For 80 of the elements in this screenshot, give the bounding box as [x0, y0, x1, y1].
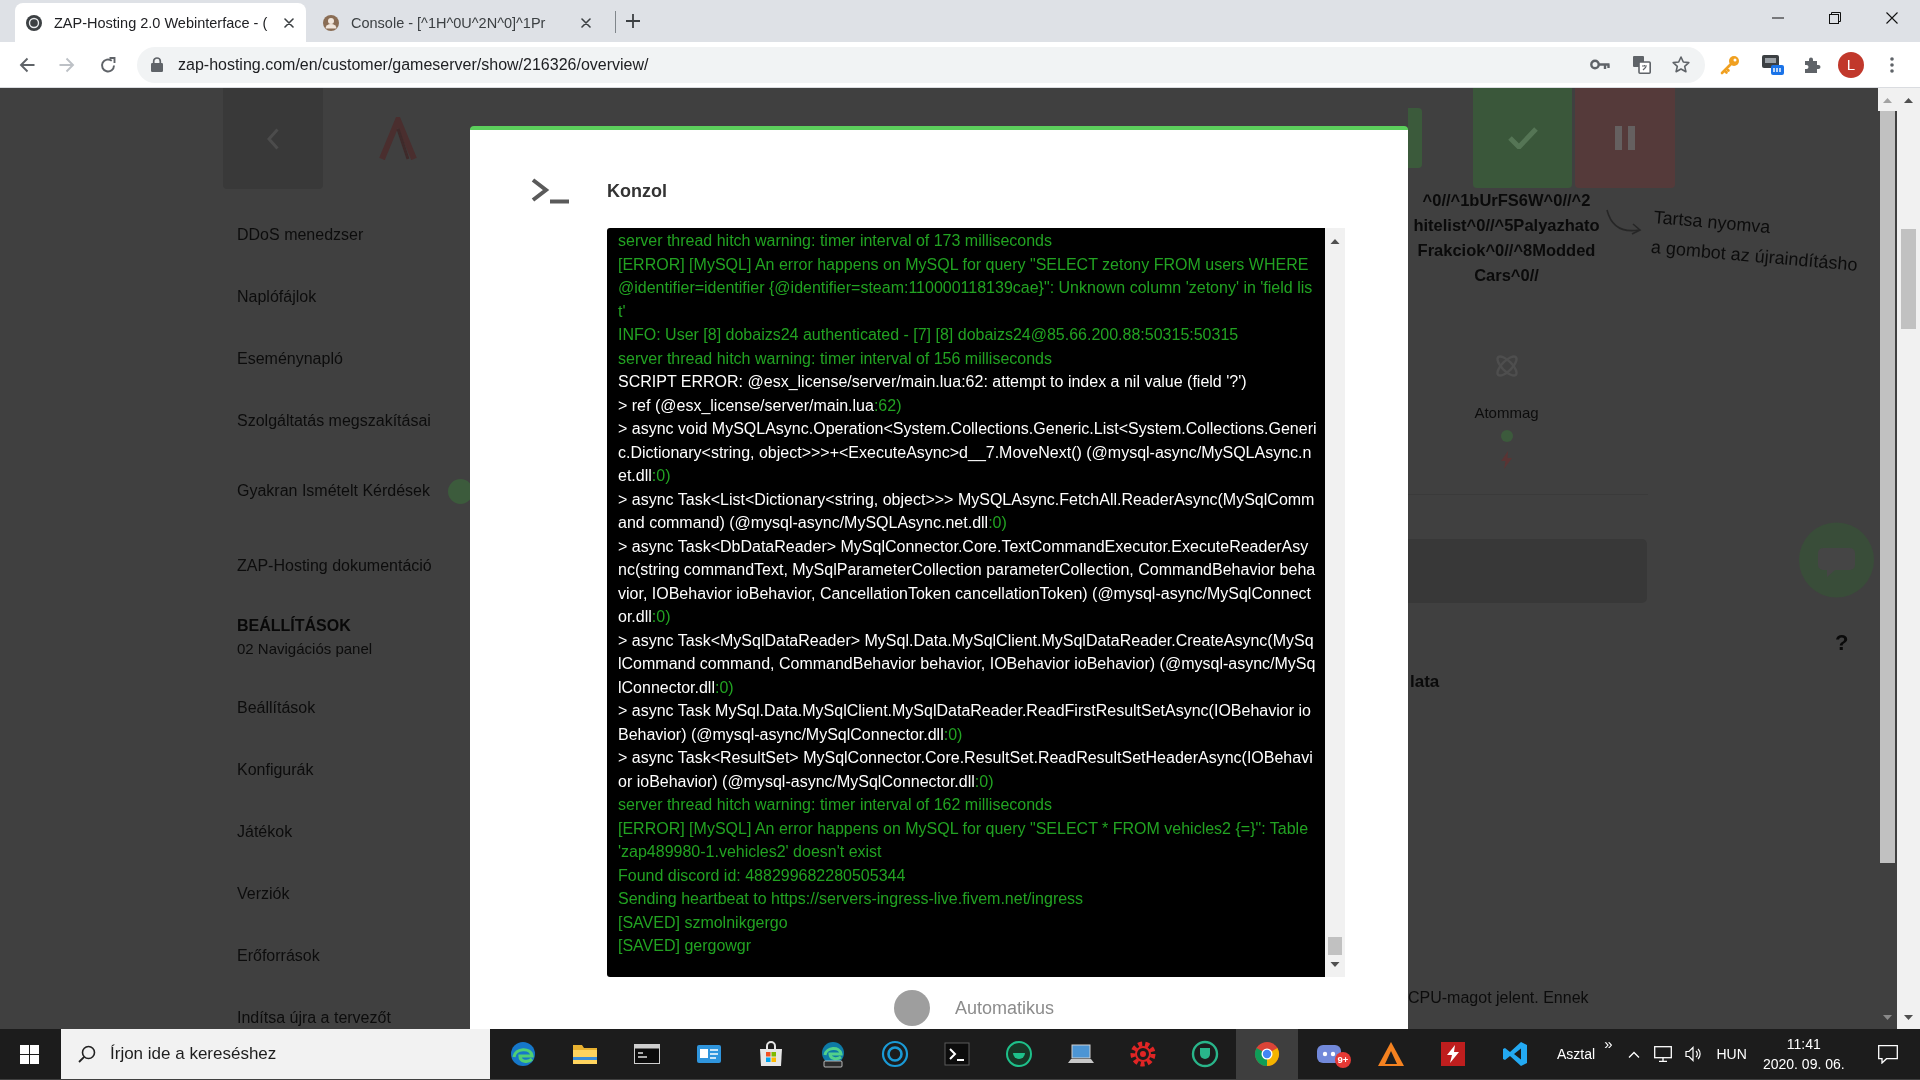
swirl-icon	[819, 1040, 847, 1068]
profile-avatar[interactable]: L	[1838, 51, 1864, 78]
browser-tab[interactable]: Console - [^1H^0U^2N^0]^1Pr	[312, 3, 603, 42]
check-icon	[1507, 127, 1538, 149]
toolbar-label[interactable]: Asztal	[1557, 1046, 1596, 1062]
address-bar[interactable]: zap-hosting.com/en/customer/gameserver/show/216326/overview/	[137, 46, 1705, 83]
reload-icon[interactable]	[100, 56, 116, 73]
monitor-icon[interactable]	[1654, 1046, 1673, 1062]
console-line: > ref (@esx_license/server/main.lua:62)	[618, 395, 903, 416]
address-field[interactable]: zap-hosting.com/en/customer/gameserver/show/216326/overview/	[178, 50, 1574, 79]
ring-icon	[881, 1040, 909, 1068]
speaker-icon[interactable]	[1685, 1046, 1702, 1062]
scrollbar[interactable]	[1325, 228, 1345, 977]
terminal-icon	[531, 178, 569, 204]
pause-icon	[1615, 126, 1635, 150]
console-line: > async Task<List<Dictionary<string, object>>> MySQLAsync.FetchAll.ReaderAsync(MySqlCommand command) (@mysql-async/MySQLAsync.net.dll:0)	[618, 489, 1316, 533]
search-field[interactable]: Írjon ide a kereséshez	[110, 1039, 482, 1069]
console-line: > async Task<ResultSet> MySqlConnector.Core.ResultSet.ReadResultSetHeaderAsync(IOBehavior ioBehavior) (@mysql-async/MySqlConnector.dll:0)	[618, 748, 1314, 792]
gear-icon	[1129, 1040, 1157, 1068]
triangle-icon	[1377, 1040, 1405, 1068]
browser-icon	[1253, 1040, 1281, 1068]
shopping-bag-icon	[757, 1040, 785, 1068]
console-line: [ERROR] [MySQL] An error happens on MySQL for query "SELECT zetony FROM users WHERE @identifier=identifier {@identifier=steam:110000118139cae}": Unknown column 'zetony' in 'field list'	[618, 254, 1314, 322]
clock-date[interactable]: 2020. 09. 06.	[1762, 1054, 1845, 1074]
console-line: SCRIPT ERROR: @esx_license/server/main.lua:62: attempt to index a nil value (field '?')	[618, 372, 1248, 392]
browser-tab[interactable]: ZAP-Hosting 2.0 Webinterface - (	[15, 3, 306, 42]
arrow-left-icon[interactable]	[19, 56, 35, 73]
clock-time[interactable]: 11:41	[1786, 1034, 1821, 1054]
more-toggle[interactable]: »	[1604, 1035, 1613, 1052]
toggle-label: Automatikus	[955, 997, 1055, 1019]
console-line: > async Task MySql.Data.MySqlClient.MySqlDataReader.ReadFirstResultSetAsync(IOBehavior ioBehavior) (@mysql-async/MySqlConnector.dll:0)	[618, 701, 1312, 745]
ribbon-icon	[1501, 1040, 1529, 1068]
search-box[interactable]: Írjon ide a kereséshez	[61, 1029, 490, 1079]
close-icon[interactable]	[581, 17, 591, 28]
circle-logo-icon	[1005, 1040, 1033, 1068]
console-line: server thread hitch warning: timer interval of 156 milliseconds	[618, 348, 1053, 369]
toggle-switch[interactable]	[894, 990, 930, 1026]
key-icon[interactable]	[1590, 59, 1610, 70]
console-line: Sending heartbeat to https://servers-ingress-live.fivem.net/ingress	[618, 889, 1085, 909]
taskbar-button[interactable]	[1236, 1029, 1298, 1079]
close-icon[interactable]	[284, 17, 294, 28]
logo-icon	[26, 14, 42, 31]
avatar-icon	[323, 14, 339, 31]
plus-icon[interactable]	[626, 14, 640, 28]
console-line: Found discord id: 488299682280505344	[618, 865, 907, 886]
count-badge: 9+	[1335, 1052, 1351, 1068]
lightning-icon	[1501, 451, 1512, 469]
help-link[interactable]: ?	[1835, 632, 1849, 654]
language-indicator[interactable]: HUN	[1716, 1046, 1747, 1062]
console-line: server thread hitch warning: timer interval of 162 milliseconds	[618, 795, 1053, 815]
close-icon[interactable]	[1885, 12, 1898, 24]
notification-icon[interactable]	[1877, 1044, 1898, 1064]
chevron-up-icon[interactable]	[1628, 1050, 1641, 1058]
search-icon	[78, 1045, 96, 1063]
terminal-icon	[943, 1040, 971, 1068]
console-line: server thread hitch warning: timer interval of 173 milliseconds	[618, 231, 1053, 251]
console-line: INFO: User [8] dobaizs24 authenticated - [7] [8] dobaizs24@85.66.200.88:50315:50315	[618, 325, 1240, 345]
dialog-title: Konzol	[607, 180, 667, 202]
console-line: > async Task<DbDataReader> MySqlConnector.Core.TextCommandExecutor.ExecuteReaderAsync(string commandText, MySqlParameterCollection parameterCollection, CommandBehavior behavior, IOBehavior ioBehavior, CancellationToken cancellationToken) (@mysql-async/MySqlConnector.dll:0)	[618, 536, 1317, 627]
console-line: [ERROR] [MySQL] An error happens on MySQL for query "SELECT * FROM vehicles2 {=}": Table 'zap489980-1.vehicles2' doesn't exist	[618, 818, 1310, 862]
lock-icon	[151, 57, 163, 72]
menu-icon[interactable]	[1890, 56, 1894, 73]
section-heading: BEÁLLÍTÁSOK	[237, 616, 351, 636]
console-line: > async Task<MySqlDataReader> MySql.Data.MySqlClient.MySqlDataReader.CreateAsync(MySqlCommand command, CommandBehavior behavior, IOBehavior ioBehavior) (@mysql-async/MySqlConnector.dll:0)	[618, 630, 1317, 698]
translate-icon[interactable]	[1633, 55, 1651, 74]
start-icon[interactable]	[20, 1044, 39, 1064]
scrollbar[interactable]	[1897, 88, 1920, 1029]
status-dot-icon	[1500, 430, 1513, 442]
taskbar-button[interactable]: 9+	[1298, 1029, 1360, 1079]
console-line: [SAVED] gergowgr	[618, 936, 753, 956]
minimize-icon[interactable]	[1771, 17, 1784, 19]
restore-icon[interactable]	[1828, 12, 1841, 24]
tile-icon	[1439, 1040, 1467, 1068]
shield-icon	[1191, 1040, 1219, 1068]
extension-icon[interactable]	[1762, 54, 1784, 75]
console-line: [SAVED] szmolnikgergo	[618, 912, 789, 933]
star-icon[interactable]	[1672, 56, 1690, 73]
console-line: > async void MySQLAsync.Operation<System.Collections.Generic.List<System.Collections.Generic.Dictionary<string, object>>>+<ExecuteAsync>d__7.MoveNext() (@mysql-async/MySQLAsync.net.dll:0)	[618, 419, 1317, 486]
puzzle-icon[interactable]	[1803, 55, 1821, 74]
swirl-icon	[509, 1040, 537, 1068]
